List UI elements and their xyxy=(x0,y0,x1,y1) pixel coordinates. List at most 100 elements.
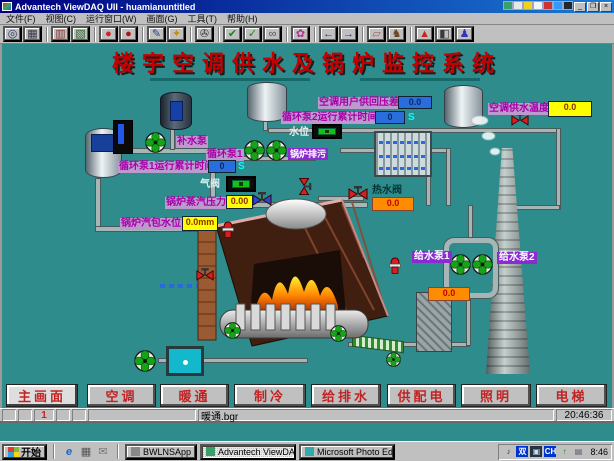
menubar: 文件(F) 视图(C) 运行窗口(W) 画面(G) 工具(T) 帮助(H) xyxy=(0,13,614,25)
menu-item-2[interactable]: 运行窗口(W) xyxy=(86,12,137,25)
volume-icon[interactable]: ♪ xyxy=(502,446,514,457)
steam-valve-icon[interactable] xyxy=(252,192,272,206)
person-icon[interactable]: ♟ xyxy=(455,26,474,42)
gas-valve-indicator[interactable] xyxy=(226,176,256,192)
menu-item-3[interactable]: 画面(G) xyxy=(147,12,178,25)
pipe xyxy=(200,358,308,363)
nav-button-1[interactable]: 主画面 xyxy=(6,384,78,407)
calculator-icon[interactable]: ▦ xyxy=(23,26,42,42)
drain-valve-icon[interactable] xyxy=(299,178,312,196)
screen-title: 楼宇空调供水及锅炉监控系统 xyxy=(0,46,614,78)
trend-chart-icon[interactable]: ▧ xyxy=(71,26,90,42)
blowdown-label[interactable]: 锅炉排污 xyxy=(288,148,328,160)
feed-pump1-icon xyxy=(450,254,471,275)
restore-button[interactable]: ❐ xyxy=(587,2,599,12)
status-cell xyxy=(56,409,70,421)
nav-button-8[interactable]: 电梯 xyxy=(536,384,607,407)
expansion-tank xyxy=(160,92,192,130)
tray-clock: 8:46 xyxy=(590,447,608,457)
smoke-puff xyxy=(482,132,495,140)
pipe xyxy=(170,128,175,150)
nav-button-3[interactable]: 暖通 xyxy=(160,384,229,407)
pressure-gauge-icon xyxy=(388,256,402,274)
hot-water-valve-label: 热水阀 xyxy=(372,185,402,197)
dog-icon[interactable]: ♞ xyxy=(387,26,406,42)
palette-icon[interactable]: ✿ xyxy=(291,26,310,42)
link-icon[interactable]: ∞ xyxy=(263,26,282,42)
nav-button-6[interactable]: 供配电 xyxy=(387,384,456,407)
pump1-runtime-value: 0 xyxy=(208,160,236,173)
task-button-1[interactable]: BWLNSApp xyxy=(125,444,197,460)
eraser-icon[interactable]: ▱ xyxy=(367,26,386,42)
pipe xyxy=(468,205,473,241)
nav-button-5[interactable]: 给排水 xyxy=(311,384,381,407)
start-button[interactable]: 开始 xyxy=(2,444,47,460)
status-cell xyxy=(88,409,196,421)
task-icon xyxy=(131,447,140,456)
air-user-diff-value: 0.0 xyxy=(398,96,432,109)
circulation-pump2-icon xyxy=(266,140,287,161)
pipe xyxy=(95,178,101,232)
dust-collector xyxy=(416,292,452,352)
back-arrow-icon[interactable]: ← xyxy=(319,26,338,42)
mail-icon[interactable]: ✉ xyxy=(95,444,111,459)
makeup-pump-icon xyxy=(145,132,166,153)
pump1-runtime-label: 循环泵1运行累计时间 xyxy=(118,161,216,173)
ie-icon[interactable]: e xyxy=(61,444,77,459)
menu-item-5[interactable]: 帮助(H) xyxy=(227,12,258,25)
alarm-ball-icon[interactable]: ● xyxy=(99,26,118,42)
menu-item-1[interactable]: 视图(C) xyxy=(46,12,77,25)
pipe xyxy=(556,128,561,210)
desktop-icon[interactable]: ▦ xyxy=(78,444,94,459)
nav-button-2[interactable]: 空调 xyxy=(87,384,156,407)
titlebar-badge-icon xyxy=(513,1,523,10)
status-cell xyxy=(2,409,16,421)
pipe xyxy=(340,148,376,153)
furnace-value-1: 0.0 xyxy=(372,197,414,211)
heat-exchanger xyxy=(374,131,432,177)
pipe xyxy=(446,148,451,206)
ime-icon[interactable]: 双 xyxy=(516,446,528,457)
titlebar-badge-icon xyxy=(563,1,573,10)
report-icon[interactable]: ▥ xyxy=(51,26,70,42)
nav-button-4[interactable]: 制冷 xyxy=(234,384,306,407)
close-button[interactable]: × xyxy=(600,2,612,12)
app-icon xyxy=(2,2,12,11)
ack-check-icon[interactable]: ✔ xyxy=(223,26,242,42)
drum-level-value: 0.0mm xyxy=(182,216,218,231)
task-button-3[interactable]: Microsoft Photo Editor .. xyxy=(299,444,395,460)
confirm-check-icon[interactable]: ✓ xyxy=(243,26,262,42)
drum-level-label: 锅炉汽包水位 xyxy=(120,218,182,230)
ash-fan-icon xyxy=(386,352,401,367)
menu-item-0[interactable]: 文件(F) xyxy=(6,12,36,25)
page-number: 1 xyxy=(34,409,54,421)
forward-arrow-icon[interactable]: → xyxy=(339,26,358,42)
monitor-icon[interactable]: ▣ xyxy=(530,446,542,457)
updates-icon[interactable]: ↑ xyxy=(558,446,570,457)
clapper-icon[interactable]: ◧ xyxy=(435,26,454,42)
furnace-value-2: 0.0 xyxy=(428,287,470,301)
window-title: Advantech ViewDAQ UII - huamianuntitled xyxy=(15,2,195,12)
search-icon[interactable]: ◎ xyxy=(3,26,22,42)
titlebar-badge-icon xyxy=(543,1,553,10)
minimize-button[interactable]: _ xyxy=(574,2,586,12)
pump1-runtime-unit: S xyxy=(238,161,245,172)
feed-pump1-label: 给水泵1 xyxy=(412,251,452,263)
hot-water-valve-icon[interactable] xyxy=(348,186,368,200)
steam-pressure-label: 锅炉蒸汽压力 xyxy=(165,197,227,209)
menu-item-4[interactable]: 工具(T) xyxy=(188,12,218,25)
task-button-2[interactable]: Advantech ViewDAQ UII... xyxy=(200,444,296,460)
supply-temp-value: 0.0 xyxy=(548,101,592,117)
lock-icon[interactable]: ✦ xyxy=(167,26,186,42)
ch-lang-icon[interactable]: CH xyxy=(544,446,556,457)
network-icon[interactable]: ▤ xyxy=(572,446,584,457)
pen-icon[interactable]: ✎ xyxy=(147,26,166,42)
hat-icon[interactable]: ▲ xyxy=(415,26,434,42)
alarm-bell-icon[interactable]: ● xyxy=(119,26,138,42)
boiler-inlet-valve-icon[interactable] xyxy=(196,268,214,281)
nav-button-7[interactable]: 照明 xyxy=(461,384,531,407)
camera-icon[interactable]: ✇ xyxy=(195,26,214,42)
pipe xyxy=(426,176,431,206)
water-level-indicator[interactable] xyxy=(312,124,342,139)
system-tray: ♪双▣CH↑▤ 8:46 xyxy=(498,444,612,460)
